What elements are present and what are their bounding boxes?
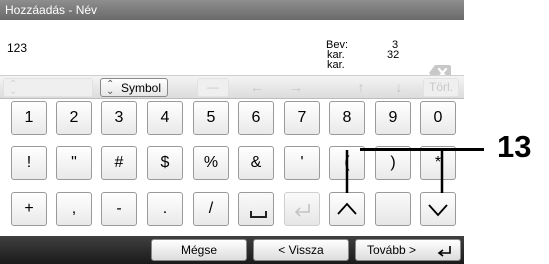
- key[interactable]: %: [193, 146, 229, 180]
- window-title: Hozzáadás - Név: [0, 0, 464, 20]
- key[interactable]: $: [147, 146, 183, 180]
- chars-label: kar.: [327, 59, 345, 71]
- key[interactable]: 8: [329, 101, 365, 135]
- key[interactable]: ": [56, 146, 92, 180]
- cursor-down-key[interactable]: ↓: [385, 76, 413, 100]
- symbol-key-label: Symbol: [121, 81, 162, 95]
- key[interactable]: 3: [101, 101, 137, 135]
- control-row: ⌃ ⌄ ⌃ ⌄ Symbol — ← → ↑ ↓ Törl.: [0, 75, 464, 99]
- key[interactable]: ,: [56, 192, 92, 226]
- key[interactable]: +: [11, 192, 47, 226]
- key[interactable]: -: [101, 192, 137, 226]
- key[interactable]: 1: [11, 101, 47, 135]
- max-count-value: 32: [387, 49, 400, 61]
- screen: Hozzáadás - Név 123 Bev: 3 kar. 32 kar. …: [0, 0, 464, 264]
- enter-icon: [294, 204, 310, 217]
- chevron-down-icon: [428, 204, 448, 217]
- cancel-button[interactable]: Mégse: [151, 239, 247, 261]
- delete-key[interactable]: Törl.: [423, 78, 459, 97]
- empty-key[interactable]: [375, 192, 411, 226]
- cursor-right-key[interactable]: →: [282, 76, 310, 100]
- key[interactable]: .: [147, 192, 183, 226]
- input-value: 123: [7, 41, 28, 55]
- enter-icon: [437, 246, 451, 257]
- chevron-up-icon: [337, 202, 357, 215]
- enter-key[interactable]: [284, 192, 320, 226]
- cursor-up-key[interactable]: [329, 192, 365, 226]
- cursor-down-key[interactable]: [420, 192, 456, 226]
- cursor-up-key[interactable]: ↑: [347, 76, 375, 100]
- key[interactable]: 5: [193, 101, 229, 135]
- key[interactable]: &: [238, 146, 274, 180]
- key[interactable]: 2: [56, 101, 92, 135]
- key[interactable]: ': [284, 146, 320, 180]
- key[interactable]: 7: [284, 101, 320, 135]
- shift-chevron-icon: ⌃ ⌄: [9, 79, 18, 97]
- callout-leader: [345, 150, 444, 193]
- dash-key[interactable]: —: [197, 78, 229, 97]
- key[interactable]: 0: [420, 101, 456, 135]
- callout-line: [360, 148, 484, 151]
- key[interactable]: #: [101, 146, 137, 180]
- next-button-label: Tovább >: [367, 243, 417, 257]
- text-input-area[interactable]: 123 Bev: 3 kar. 32 kar.: [0, 20, 464, 81]
- key[interactable]: 9: [375, 101, 411, 135]
- space-icon: [250, 211, 267, 218]
- key[interactable]: /: [193, 192, 229, 226]
- key[interactable]: 4: [147, 101, 183, 135]
- back-button[interactable]: < Vissza: [253, 239, 349, 261]
- next-button[interactable]: Tovább >: [355, 239, 461, 261]
- key[interactable]: 6: [238, 101, 274, 135]
- space-key[interactable]: [238, 192, 274, 226]
- shift-key[interactable]: ⌃ ⌄: [3, 78, 93, 97]
- symbol-key[interactable]: ⌃ ⌄ Symbol: [100, 78, 168, 97]
- bottom-bar: Mégse < Vissza Tovább >: [0, 236, 464, 264]
- cursor-left-key[interactable]: ←: [243, 76, 271, 100]
- symbol-chevron-icon: ⌃ ⌄: [106, 79, 115, 97]
- key[interactable]: !: [11, 146, 47, 180]
- callout-number: 13: [497, 129, 532, 164]
